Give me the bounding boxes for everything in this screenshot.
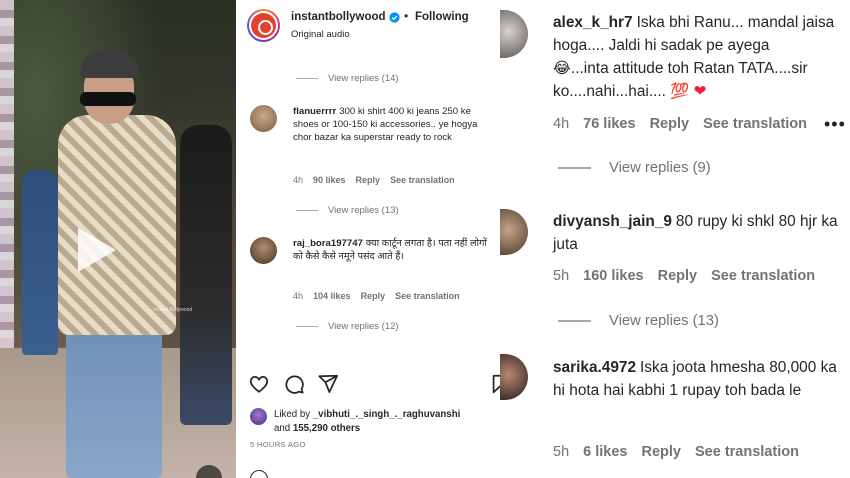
view-replies-link[interactable]: View replies (9): [558, 160, 711, 176]
comment-avatar[interactable]: [250, 105, 277, 132]
comment-time: 5h: [553, 268, 570, 284]
see-translation-link[interactable]: See translation: [703, 116, 807, 132]
comment-meta: 4h 76 likes Reply See translation: [553, 116, 821, 132]
background-person-right: [180, 125, 232, 425]
comment-icon[interactable]: [283, 373, 305, 395]
liker-username[interactable]: _vibhuti_._singh_._raghuvanshi: [313, 409, 461, 420]
see-translation-link[interactable]: See translation: [395, 291, 460, 301]
view-replies-link[interactable]: View replies (14): [296, 73, 399, 84]
comment-time: 4h: [293, 291, 304, 301]
liker-avatar[interactable]: [250, 408, 267, 425]
comment-likes[interactable]: 90 likes: [313, 175, 346, 185]
post-timestamp: 5 HOURS AGO: [250, 440, 306, 449]
see-translation-link[interactable]: See translation: [711, 268, 815, 284]
comment-username[interactable]: flanuerrrr: [293, 106, 336, 117]
replies-line: [296, 209, 318, 211]
profile-avatar[interactable]: [247, 9, 280, 42]
view-replies-link[interactable]: View replies (12): [296, 321, 399, 332]
post-panel: instantbollywood • Following Original au…: [236, 0, 500, 478]
more-options-icon[interactable]: •••: [824, 114, 846, 135]
subject-sunglasses: [80, 92, 136, 106]
comment-avatar[interactable]: [500, 10, 528, 58]
bookmark-icon[interactable]: [489, 373, 500, 395]
following-button[interactable]: Following: [415, 11, 469, 23]
comment-text: flanuerrrr 300 ki shirt 400 ki jeans 250 …: [293, 106, 478, 144]
reply-button[interactable]: Reply: [361, 291, 386, 301]
see-translation-link[interactable]: See translation: [695, 444, 799, 460]
see-translation-link[interactable]: See translation: [390, 175, 455, 185]
reply-button[interactable]: Reply: [658, 268, 698, 284]
comment-avatar[interactable]: [500, 209, 528, 255]
comment-meta: 4h 104 likes Reply See translation: [293, 291, 470, 301]
comment-likes[interactable]: 160 likes: [583, 268, 643, 284]
video-watermark: Instant Bollywood: [153, 307, 193, 313]
view-replies-link[interactable]: View replies (13): [558, 313, 719, 329]
comment-username[interactable]: sarika.4972: [553, 359, 636, 376]
replies-line: [296, 77, 318, 79]
comment-text: divyansh_jain_9 80 rupy ki shkl 80 hjr ka…: [553, 213, 838, 253]
comment-likes[interactable]: 104 likes: [313, 291, 351, 301]
post-username[interactable]: instantbollywood: [291, 11, 386, 23]
comment-username[interactable]: alex_k_hr7: [553, 14, 633, 31]
subject-jeans: [66, 320, 162, 478]
separator-dot: •: [404, 9, 409, 23]
heart-icon[interactable]: [248, 373, 270, 395]
comment-meta: 4h 90 likes Reply See translation: [293, 175, 465, 185]
comment-text: raj_bora197747 क्या कार्टून लगता है। पता …: [293, 238, 487, 263]
red-heart-emoji: ❤: [693, 82, 707, 100]
reply-button[interactable]: Reply: [356, 175, 381, 185]
comment-username[interactable]: divyansh_jain_9: [553, 213, 672, 230]
reply-button[interactable]: Reply: [641, 444, 681, 460]
likes-text: Liked by _vibhuti_._singh_._raghuvanshi …: [274, 409, 461, 434]
likes-count[interactable]: 155,290 others: [293, 423, 360, 434]
subject-cap: [80, 50, 138, 78]
comment-text: sarika.4972 Iska joota hmesha 80,000 ka h…: [553, 359, 837, 399]
zoomed-comments-panel: alex_k_hr7 Iska bhi Ranu... mandal jaisa …: [500, 0, 850, 478]
emoji-icon[interactable]: [250, 470, 268, 478]
comment-avatar[interactable]: [250, 237, 277, 264]
post-header: instantbollywood • Following Original au…: [236, 0, 500, 50]
verified-icon: [389, 12, 400, 23]
comment-time: 5h: [553, 444, 570, 460]
audio-label[interactable]: Original audio: [291, 29, 350, 40]
reel-video[interactable]: Instant Bollywood: [0, 0, 236, 478]
share-icon[interactable]: [317, 373, 339, 395]
comment-text: alex_k_hr7 Iska bhi Ranu... mandal jaisa …: [553, 14, 835, 100]
laughing-emoji: 😂: [553, 59, 571, 77]
post-action-bar: [236, 370, 500, 398]
view-replies-link[interactable]: View replies (13): [296, 205, 399, 216]
comment-meta: 5h 160 likes Reply See translation: [553, 268, 829, 284]
comment-avatar[interactable]: [500, 354, 528, 400]
comment-time: 4h: [293, 175, 304, 185]
play-icon[interactable]: [62, 218, 126, 282]
background-person-left: [22, 170, 58, 355]
hundred-emoji: 💯: [670, 82, 690, 100]
replies-line: [558, 320, 591, 322]
comment-meta: 5h 6 likes Reply See translation: [553, 444, 813, 460]
replies-line: [558, 167, 591, 169]
comment-username[interactable]: raj_bora197747: [293, 238, 363, 249]
comment-likes[interactable]: 6 likes: [583, 444, 627, 460]
replies-line: [296, 325, 318, 327]
reply-button[interactable]: Reply: [650, 116, 690, 132]
comment-likes[interactable]: 76 likes: [583, 116, 635, 132]
comment-time: 4h: [553, 116, 570, 132]
